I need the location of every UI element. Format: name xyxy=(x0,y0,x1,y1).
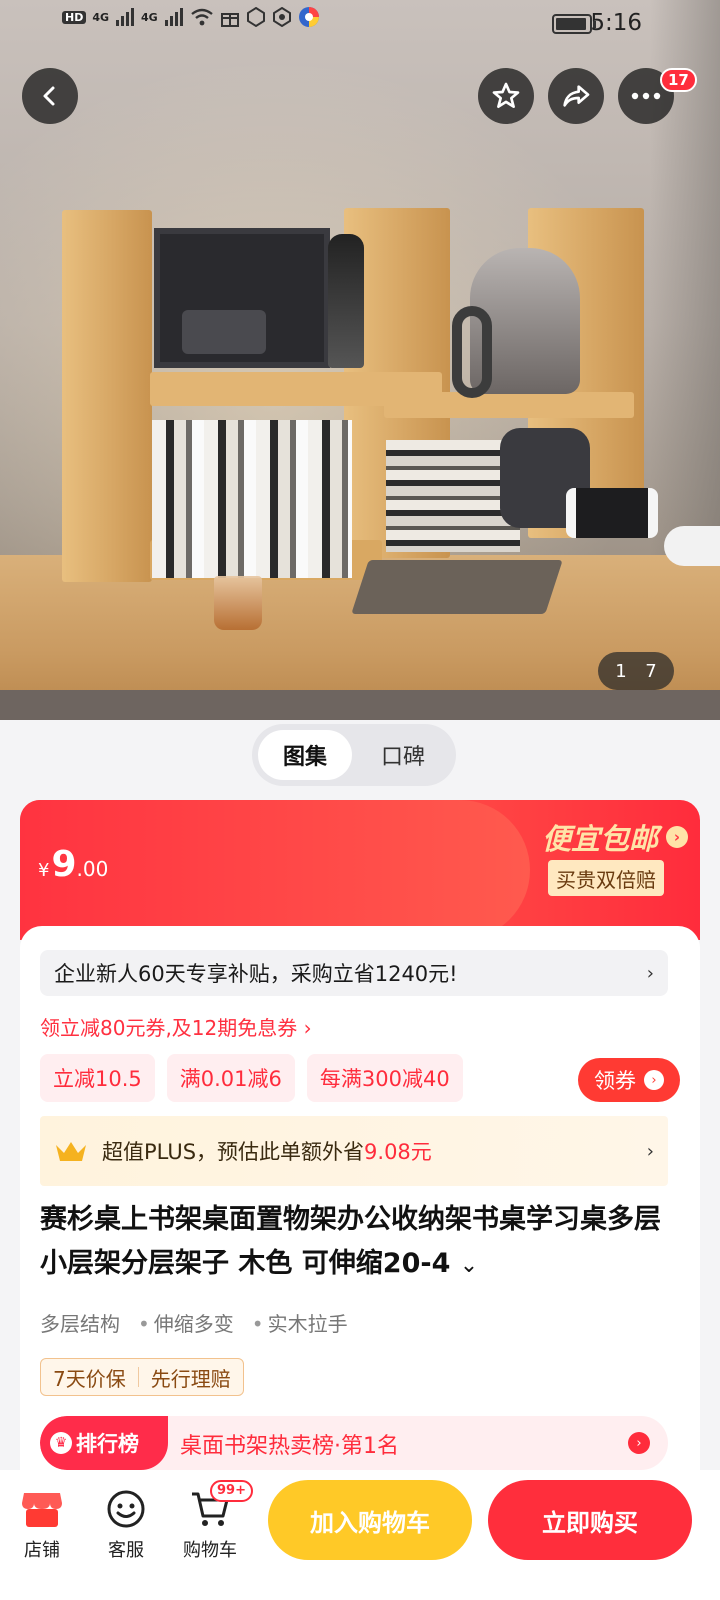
discount-tags: 立减10.5 满0.01减6 每满300减40 xyxy=(40,1054,463,1102)
plus-text: 超值PLUS，预估此单额外省 xyxy=(102,1140,365,1164)
hand-icon xyxy=(246,7,265,27)
trophy-icon: ♛ xyxy=(50,1432,72,1454)
customer-service-button[interactable]: 客服 xyxy=(86,1486,166,1562)
ranking-banner[interactable]: ♛ 排行榜 桌面书架热卖榜·第1名 › xyxy=(40,1416,668,1470)
ranking-label-text: 排行榜 xyxy=(76,1432,139,1456)
battery-icon xyxy=(552,14,596,34)
smiley-icon xyxy=(86,1486,166,1532)
status-left: HD 4G 4G xyxy=(62,6,320,28)
enterprise-subsidy-text: 企业新人60天专享补贴，采购立省1240元! xyxy=(54,962,458,986)
crown-icon xyxy=(56,1142,86,1161)
signal-bars-icon xyxy=(164,8,183,26)
image-counter: 1 7 xyxy=(598,652,674,690)
headphones xyxy=(452,306,492,398)
status-bar: HD 4G 4G 5:16 xyxy=(0,0,720,48)
chevron-left-icon xyxy=(43,86,55,106)
store-label: 店铺 xyxy=(24,1540,60,1561)
price: ¥ 9 .00 xyxy=(38,844,108,885)
bottom-action-bar: 店铺 客服 99+ 购物车 加入购物车 立即购买 xyxy=(0,1470,720,1600)
figure xyxy=(328,234,364,368)
desk-edge xyxy=(0,690,720,720)
signal-label-1: 4G xyxy=(92,10,110,24)
book-stack-left xyxy=(152,420,352,578)
chevron-right-icon: › xyxy=(666,826,688,848)
signal-label-2: 4G xyxy=(141,10,158,24)
hd-indicator-1: HD xyxy=(62,10,87,24)
feature-item: • 伸缩多变 xyxy=(138,1312,234,1336)
buy-now-button[interactable]: 立即购买 xyxy=(488,1480,692,1560)
more-dots-icon xyxy=(631,92,661,100)
price-protection-badge: 买贵双倍赔 xyxy=(548,860,664,896)
plus-banner[interactable]: 超值PLUS，预估此单额外省 9.08元 › xyxy=(40,1116,668,1186)
gallery-tabs: 图集 口碑 xyxy=(252,724,456,786)
tab-reviews[interactable]: 口碑 xyxy=(356,730,450,780)
image-counter-current: 1 xyxy=(615,660,627,682)
signal-bars-icon xyxy=(116,8,135,26)
shield-icon xyxy=(272,7,291,27)
game-console xyxy=(566,488,658,538)
share-button[interactable] xyxy=(548,68,604,124)
ranking-label: ♛ 排行榜 xyxy=(40,1416,168,1470)
cart-count-badge: 99+ xyxy=(210,1480,253,1502)
plus-amount: 9.08元 xyxy=(364,1140,432,1164)
cheap-free-shipping-label: 便宜包邮 xyxy=(541,822,658,856)
gift-icon xyxy=(220,13,239,27)
tab-gallery[interactable]: 图集 xyxy=(258,730,352,780)
cart-label: 购物车 xyxy=(183,1540,237,1561)
add-to-cart-button[interactable]: 加入购物车 xyxy=(268,1480,472,1560)
product-info-panel: 企业新人60天专享补贴，采购立省1240元! › 领立减80元券,及12期免息券… xyxy=(20,926,700,1471)
coupon-link[interactable]: 领立减80元券,及12期免息券 › xyxy=(40,1012,312,1041)
wifi-icon xyxy=(190,8,213,26)
controller xyxy=(664,526,720,566)
app-icon xyxy=(298,7,319,27)
cheap-free-shipping[interactable]: 便宜包邮 › xyxy=(542,816,688,858)
camera xyxy=(182,310,266,354)
favorite-button[interactable] xyxy=(478,68,534,124)
tea-cup xyxy=(214,576,262,630)
image-counter-total: 7 xyxy=(645,660,657,682)
guarantee-advance-claim: 先行理赔 xyxy=(150,1366,231,1391)
store-button[interactable]: 店铺 xyxy=(2,1486,82,1562)
customer-service-label: 客服 xyxy=(108,1540,144,1561)
discount-tag: 立减10.5 xyxy=(40,1054,155,1102)
price-currency: ¥ xyxy=(38,860,50,881)
chevron-down-icon: ⌄ xyxy=(459,1253,479,1278)
clock: 5:16 xyxy=(590,10,642,36)
back-button[interactable] xyxy=(22,68,78,124)
discount-tag: 满0.01减6 xyxy=(166,1054,295,1102)
enterprise-subsidy-banner[interactable]: 企业新人60天专享补贴，采购立省1240元! › xyxy=(40,950,668,996)
notification-badge: 17 xyxy=(660,68,697,92)
cart-button[interactable]: 99+ 购物车 xyxy=(170,1480,253,1562)
feature-item: 多层结构 xyxy=(40,1312,120,1336)
product-title[interactable]: 赛杉桌上书架桌面置物架办公收纳架书桌学习桌多层小层架分层架子 木色 可伸缩20-… xyxy=(40,1198,670,1288)
chevron-right-icon: › xyxy=(644,1070,664,1090)
cart-icon: 99+ xyxy=(170,1480,253,1532)
price-decimal: .00 xyxy=(76,857,109,881)
store-icon xyxy=(2,1486,82,1532)
shelf-board-right xyxy=(384,392,634,418)
price-integer: 9 xyxy=(51,844,77,885)
discount-tag: 每满300减40 xyxy=(306,1054,463,1102)
chevron-right-icon: › xyxy=(628,1432,650,1454)
chevron-right-icon: › xyxy=(646,962,654,984)
star-icon xyxy=(492,82,520,108)
ranking-text: 桌面书架热卖榜·第1名 xyxy=(180,1434,399,1459)
chevron-right-icon: › xyxy=(646,1140,654,1162)
product-image[interactable]: 17 1 7 xyxy=(0,0,720,720)
product-title-text: 赛杉桌上书架桌面置物架办公收纳架书桌学习桌多层小层架分层架子 木色 可伸缩20-… xyxy=(40,1204,661,1279)
guarantee-badges[interactable]: 7天价保 先行理赔 xyxy=(40,1358,244,1396)
shelf-left-panel xyxy=(62,210,152,582)
feature-item: • 实木拉手 xyxy=(251,1312,348,1336)
price-card: ¥ 9 .00 便宜包邮 › 买贵双倍赔 xyxy=(20,800,700,940)
feature-list: 多层结构 • 伸缩多变 • 实木拉手 xyxy=(40,1308,348,1337)
get-coupon-label: 领券 xyxy=(594,1069,636,1093)
desk-book xyxy=(351,560,563,614)
share-icon xyxy=(563,85,590,107)
guarantee-price-protection: 7天价保 xyxy=(53,1366,126,1391)
get-coupon-button[interactable]: 领券 › xyxy=(578,1058,680,1102)
